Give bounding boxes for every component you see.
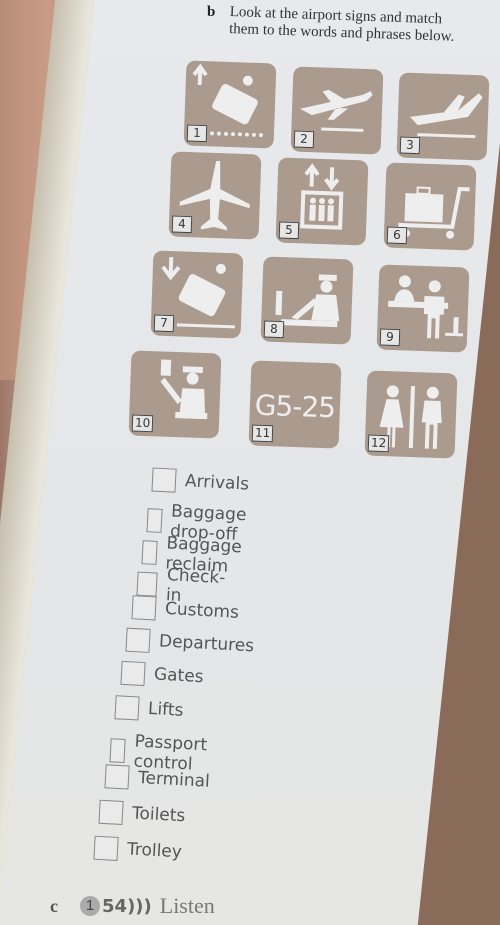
answer-checkbox[interactable] bbox=[141, 540, 158, 565]
option-label: Toilets bbox=[131, 803, 186, 827]
sign-5: 5 bbox=[275, 157, 369, 246]
sign-number: 4 bbox=[171, 215, 193, 234]
option-trolley[interactable]: Trolley bbox=[93, 835, 183, 865]
page-content: b Look at the airport signs and match th… bbox=[0, 0, 500, 925]
sign-1: 1 bbox=[183, 60, 277, 149]
sign-number: 12 bbox=[367, 434, 390, 453]
audio-icon: ))) bbox=[127, 895, 152, 917]
answer-checkbox[interactable] bbox=[104, 764, 130, 790]
option-customs[interactable]: Customs bbox=[131, 595, 239, 625]
sign-number: 1 bbox=[186, 124, 208, 143]
option-toilets[interactable]: Toilets bbox=[98, 799, 186, 828]
answer-checkbox[interactable] bbox=[151, 467, 177, 493]
answer-checkbox[interactable] bbox=[114, 695, 140, 721]
answer-checkbox[interactable] bbox=[120, 660, 146, 687]
sign-10: 10 bbox=[128, 350, 222, 439]
option-label: Departures bbox=[158, 631, 255, 657]
answer-checkbox[interactable] bbox=[109, 738, 126, 764]
option-label: Customs bbox=[164, 598, 240, 623]
answer-checkbox[interactable] bbox=[125, 627, 151, 653]
sign-number: 2 bbox=[293, 130, 315, 149]
answer-checkbox[interactable] bbox=[136, 571, 159, 597]
sign-8: 8 bbox=[260, 256, 354, 345]
option-label: Trolley bbox=[126, 839, 183, 863]
sign-6: 6 bbox=[383, 162, 477, 251]
option-arrivals[interactable]: Arrivals bbox=[151, 467, 250, 496]
sign-number: 10 bbox=[131, 414, 154, 433]
exercise-instruction: Look at the airport signs and match them… bbox=[228, 4, 455, 45]
sign-12: 12 bbox=[364, 370, 458, 459]
exercise-letter: b bbox=[207, 4, 216, 20]
gates-sign-text: G5-25 bbox=[254, 388, 336, 425]
sign-3: 3 bbox=[396, 72, 490, 161]
exercise-c-text: Listen bbox=[159, 893, 215, 918]
sign-number: 9 bbox=[379, 328, 401, 347]
answer-checkbox[interactable] bbox=[98, 799, 124, 825]
option-terminal[interactable]: Terminal bbox=[104, 764, 210, 793]
sign-number: 11 bbox=[251, 424, 274, 443]
option-label: Arrivals bbox=[184, 471, 250, 495]
sign-number: 8 bbox=[263, 320, 285, 339]
sign-7: 7 bbox=[150, 250, 244, 339]
sign-2: 2 bbox=[290, 66, 384, 155]
exercise-c-heading: c 1 54 ))) Listen bbox=[50, 893, 215, 919]
answer-checkbox[interactable] bbox=[93, 835, 119, 861]
sign-number: 5 bbox=[278, 221, 300, 240]
option-label: Terminal bbox=[137, 767, 211, 792]
option-lifts[interactable]: Lifts bbox=[114, 695, 184, 723]
sign-number: 3 bbox=[399, 136, 421, 155]
sign-number: 6 bbox=[386, 226, 408, 245]
sign-4: 4 bbox=[168, 151, 262, 240]
track-number: 54 bbox=[102, 895, 128, 917]
answer-checkbox[interactable] bbox=[146, 508, 163, 533]
cd-icon: 1 bbox=[80, 896, 100, 916]
option-label: Lifts bbox=[147, 698, 184, 721]
option-departures[interactable]: Departures bbox=[125, 627, 255, 659]
sign-9: 9 bbox=[376, 264, 470, 353]
option-gates[interactable]: Gates bbox=[120, 660, 205, 689]
sign-11: G5-25 11 bbox=[248, 360, 342, 449]
option-label: Gates bbox=[153, 664, 205, 688]
exercise-letter: c bbox=[50, 895, 58, 916]
answer-checkbox[interactable] bbox=[131, 595, 157, 621]
sign-number: 7 bbox=[153, 314, 175, 333]
